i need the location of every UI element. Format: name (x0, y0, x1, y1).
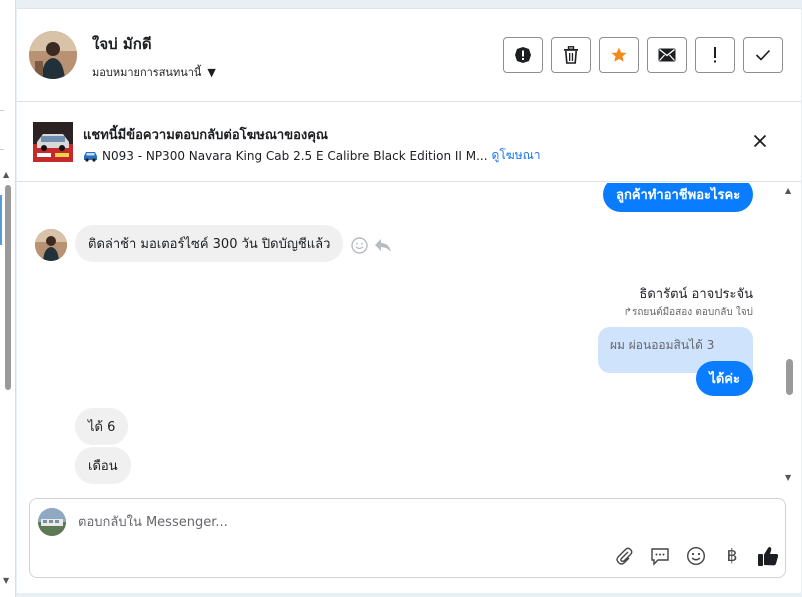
reply-context-text: รถยนต์มือสอง ตอบกลับ ใจบ่ (631, 307, 753, 318)
view-ad-link[interactable]: ดูโฆษณา (492, 146, 541, 165)
message-thread[interactable]: ลูกค้าทำอาชีพอะไรคะ ติดล่าช้า มอเตอร์ไซค… (17, 183, 801, 486)
mark-done-button[interactable] (743, 37, 783, 73)
contact-avatar[interactable] (29, 31, 77, 79)
reply-composer: ฿ (29, 498, 786, 578)
reply-input[interactable] (78, 509, 678, 535)
message-tools (351, 237, 392, 254)
assign-conversation-dropdown[interactable]: มอบหมายการสนทนานี้ ▼ (92, 63, 216, 81)
incoming-message[interactable]: ได้ 6 (75, 408, 129, 445)
composer-tools: ฿ (613, 545, 779, 567)
close-icon (753, 134, 767, 148)
alert-circle-icon (515, 47, 531, 63)
scroll-up-arrow-icon[interactable]: ▲ (785, 186, 791, 195)
payment-button[interactable]: ฿ (721, 545, 743, 567)
trash-icon (564, 46, 578, 64)
contact-name: ใจบ่ มักดี (92, 35, 152, 53)
follow-up-button[interactable] (695, 37, 735, 73)
thumbs-up-icon (758, 546, 779, 566)
conversation-header: ใจบ่ มักดี มอบหมายการสนทนานี้ ▼ (17, 9, 801, 102)
reply-context-note: ↱รถยนต์มือสอง ตอบกลับ ใจบ่ (624, 305, 753, 320)
envelope-icon (658, 48, 676, 62)
left-divider (0, 110, 4, 150)
contact-avatar-small[interactable] (35, 229, 67, 261)
caret-down-icon: ▼ (207, 65, 216, 79)
ad-banner-title: แชทนี้มีข้อความตอบกลับต่อโฆษณาของคุณ (83, 128, 328, 143)
thread-scrollbar[interactable]: ▲ ▼ (785, 183, 795, 486)
react-smiley-icon[interactable] (351, 237, 368, 254)
outgoing-reply-message[interactable]: ได้ค่ะ (696, 361, 753, 396)
car-icon (84, 151, 97, 162)
mark-unread-button[interactable] (647, 37, 687, 73)
like-button[interactable] (757, 545, 779, 567)
scroll-up-arrow-icon[interactable]: ▲ (3, 170, 9, 179)
star-button[interactable] (599, 37, 639, 73)
scroll-down-arrow-icon[interactable]: ▼ (785, 473, 791, 482)
assign-label: มอบหมายการสนทนานี้ (92, 66, 202, 79)
header-actions (503, 37, 783, 73)
incoming-message[interactable]: เดือน (75, 447, 131, 484)
saved-replies-button[interactable] (649, 545, 671, 567)
ad-reply-banner: แชทนี้มีข้อความตอบกลับต่อโฆษณาของคุณ N09… (17, 102, 801, 182)
reply-arrow-icon[interactable] (374, 238, 392, 253)
ad-listing-text: N093 - NP300 Navara King Cab 2.5 E Calib… (102, 148, 488, 163)
reply-small-arrow-icon: ↱ (623, 307, 632, 318)
left-scroll-thumb[interactable] (5, 185, 11, 390)
emoji-button[interactable] (685, 545, 707, 567)
delete-button[interactable] (551, 37, 591, 73)
conversation-panel: ใจบ่ มักดี มอบหมายการสนทนานี้ ▼ แชทนี้มี… (17, 8, 801, 593)
spam-button[interactable] (503, 37, 543, 73)
ad-thumbnail[interactable] (33, 122, 73, 162)
smiley-icon (686, 546, 706, 566)
left-panel-scrollbar[interactable]: ▲ ▼ (0, 0, 16, 597)
left-selection-indicator (0, 195, 2, 245)
scroll-down-arrow-icon[interactable]: ▼ (3, 576, 9, 585)
attach-button[interactable] (613, 545, 635, 567)
chat-bubble-icon (651, 548, 669, 566)
check-icon (755, 49, 771, 61)
close-banner-button[interactable] (749, 130, 771, 152)
page-avatar (38, 508, 66, 536)
star-icon (611, 47, 627, 62)
reply-sender-name: ธิดารัตน์ อาจประจัน (639, 287, 753, 302)
outgoing-message[interactable]: ลูกค้าทำอาชีพอะไรคะ (603, 183, 754, 212)
thread-scroll-thumb[interactable] (786, 359, 793, 395)
paperclip-icon (616, 547, 633, 565)
ad-listing-line: N093 - NP300 Navara King Cab 2.5 E Calib… (83, 146, 540, 165)
app-root: ▲ ▼ ใจบ่ มักดี มอบหมายการสนทนานี้ ▼ แชทน… (0, 0, 802, 597)
exclamation-icon (714, 47, 716, 63)
incoming-message[interactable]: ติดล่าช้า มอเตอร์ไซค์ 300 วัน ปิดบัญชีแล… (75, 225, 344, 262)
